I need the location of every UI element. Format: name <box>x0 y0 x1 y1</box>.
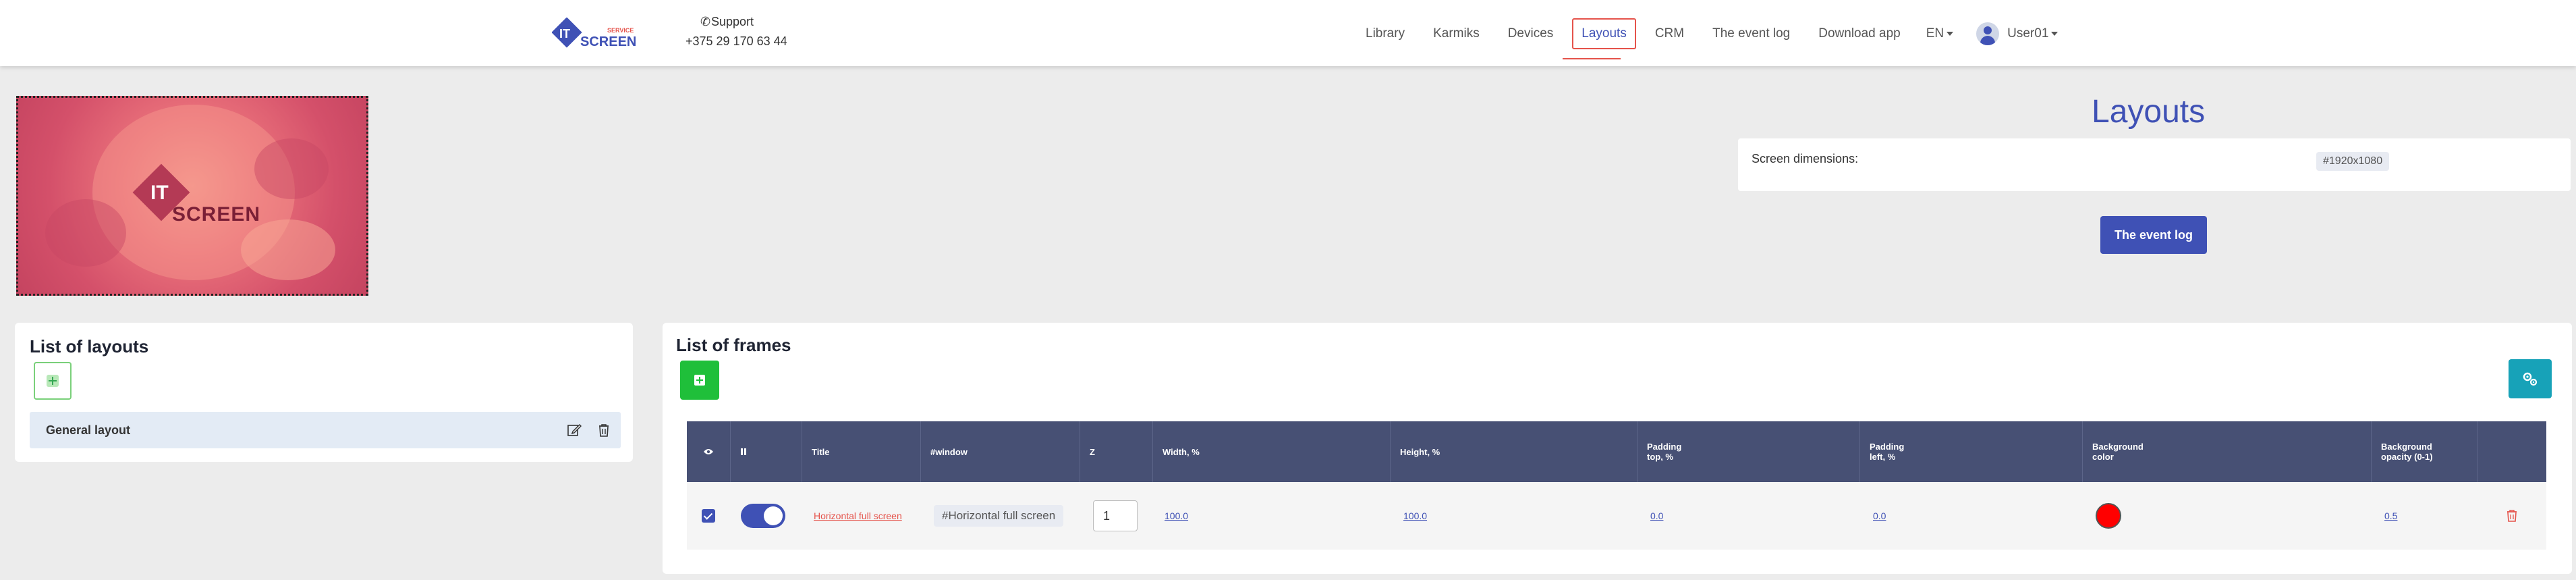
decor-blob <box>45 199 126 267</box>
cell-background-color <box>2082 482 2371 550</box>
col-width[interactable]: Width, % <box>1152 421 1390 482</box>
nav-download-app[interactable]: Download app <box>1809 18 1909 49</box>
plus-icon <box>694 375 705 386</box>
visible-checkbox[interactable] <box>702 509 715 523</box>
padding-left-value[interactable]: 0.0 <box>1873 510 1886 521</box>
col-pause[interactable] <box>730 421 802 482</box>
enabled-toggle[interactable] <box>741 504 785 528</box>
frames-table: Title #window Z Width, % Height, % Paddi… <box>687 421 2546 551</box>
width-value[interactable]: 100.0 <box>1165 510 1188 521</box>
preview-logo-screen: SCREEN <box>172 203 261 226</box>
col-visibility[interactable] <box>687 421 730 482</box>
z-input[interactable]: 1 <box>1093 500 1138 531</box>
nav-layouts[interactable]: Layouts <box>1572 18 1636 49</box>
cell-title: Horizontal full screen <box>802 482 920 550</box>
plus-icon <box>47 375 59 387</box>
decor-blob <box>241 219 335 280</box>
preview-logo-it: IT <box>150 182 169 204</box>
top-navbar: IT SERVICE SCREEN ✆ Support +375 29 170 … <box>0 0 2576 66</box>
cell-window: #Horizontal full screen <box>920 482 1080 550</box>
add-frame-button[interactable] <box>680 361 719 400</box>
col-title[interactable]: Title <box>802 421 920 482</box>
cell-z: 1 <box>1080 482 1152 550</box>
support-label: Support <box>711 15 754 28</box>
nav-crm[interactable]: CRM <box>1646 18 1693 49</box>
table-row: Horizontal full screen #Horizontal full … <box>687 482 2546 550</box>
gears-icon <box>2523 372 2538 386</box>
brand-logo[interactable]: IT SERVICE SCREEN <box>551 17 640 51</box>
nav-event-log[interactable]: The event log <box>1703 18 1799 49</box>
event-log-button[interactable]: The event log <box>2100 216 2207 254</box>
height-value[interactable]: 100.0 <box>1403 510 1427 521</box>
main-nav: Library Karmiks Devices Layouts CRM The … <box>1356 18 2059 50</box>
phone-icon: ✆ <box>700 15 711 28</box>
settings-button[interactable] <box>2509 359 2552 398</box>
screen-dimensions-card: Screen dimensions: #1920x1080 <box>1738 138 2571 191</box>
support-phone[interactable]: +375 29 170 63 44 <box>685 34 787 49</box>
logo-it: IT <box>559 27 570 41</box>
cell-background-opacity: 0.5 <box>2371 482 2477 550</box>
support-block: ✆ Support +375 29 170 63 44 <box>685 15 787 49</box>
col-padding-top-label: Padding top, % <box>1647 442 1682 462</box>
cell-actions <box>2477 482 2546 550</box>
user-name: User01 <box>2007 26 2049 41</box>
col-padding-left-label: Padding left, % <box>1870 442 1905 462</box>
col-padding-left[interactable]: Padding left, % <box>1859 421 2082 482</box>
cell-visible <box>687 482 730 550</box>
cell-height: 100.0 <box>1390 482 1637 550</box>
col-window[interactable]: #window <box>920 421 1080 482</box>
frames-list-card: List of frames Title #window Z Width, % … <box>663 323 2572 574</box>
page-title: Layouts <box>2092 94 2206 130</box>
table-header: Title #window Z Width, % Height, % Paddi… <box>687 421 2546 482</box>
nav-karmiks[interactable]: Karmiks <box>1424 18 1489 49</box>
nav-library[interactable]: Library <box>1356 18 1414 49</box>
col-padding-top[interactable]: Padding top, % <box>1637 421 1859 482</box>
cell-width: 100.0 <box>1152 482 1390 550</box>
col-background-opacity[interactable]: Background opacity (0-1) <box>2371 421 2477 482</box>
window-badge[interactable]: #Horizontal full screen <box>934 505 1064 527</box>
avatar-icon <box>1976 22 2000 45</box>
trash-icon[interactable] <box>596 423 611 438</box>
col-background-opacity-label: Background opacity (0-1) <box>2381 442 2433 462</box>
decor-blob <box>254 138 329 199</box>
cell-padding-left: 0.0 <box>1859 482 2082 550</box>
language-label: EN <box>1926 26 1944 41</box>
screen-dimensions-label: Screen dimensions: <box>1752 152 1859 165</box>
col-height[interactable]: Height, % <box>1390 421 1637 482</box>
edit-icon[interactable] <box>567 423 582 438</box>
language-dropdown[interactable]: EN <box>1926 26 1954 41</box>
background-color-swatch[interactable] <box>2096 503 2121 529</box>
screen-dimensions-badge[interactable]: #1920x1080 <box>2316 152 2390 171</box>
eye-icon <box>704 449 713 454</box>
nav-devices[interactable]: Devices <box>1499 18 1563 49</box>
add-layout-button[interactable] <box>34 362 72 400</box>
layouts-list-card: List of layouts General layout <box>15 323 633 462</box>
logo-screen: SCREEN <box>580 34 636 49</box>
background-opacity-value[interactable]: 0.5 <box>2384 510 2397 521</box>
col-background-color-label: Background color <box>2092 442 2144 462</box>
cell-enabled <box>730 482 802 550</box>
pause-icon <box>741 448 746 455</box>
chevron-down-icon <box>2051 32 2059 36</box>
frame-title-link[interactable]: Horizontal full screen <box>814 510 902 521</box>
padding-top-value[interactable]: 0.0 <box>1650 510 1663 521</box>
col-background-color[interactable]: Background color <box>2082 421 2371 482</box>
list-item[interactable]: General layout <box>30 412 621 448</box>
layouts-list-title: List of layouts <box>30 336 149 357</box>
active-nav-underline <box>1563 58 1621 59</box>
frames-list-title: List of frames <box>676 335 791 355</box>
logo-service: SERVICE <box>607 27 634 34</box>
layout-preview[interactable]: IT SCREEN <box>16 96 368 296</box>
col-actions <box>2477 421 2546 482</box>
cell-padding-top: 0.0 <box>1637 482 1859 550</box>
delete-frame-icon[interactable] <box>2506 509 2518 523</box>
col-z[interactable]: Z <box>1080 421 1152 482</box>
layout-name: General layout <box>46 423 131 437</box>
chevron-down-icon <box>1947 32 1954 36</box>
user-menu[interactable]: User01 <box>1976 22 2059 45</box>
